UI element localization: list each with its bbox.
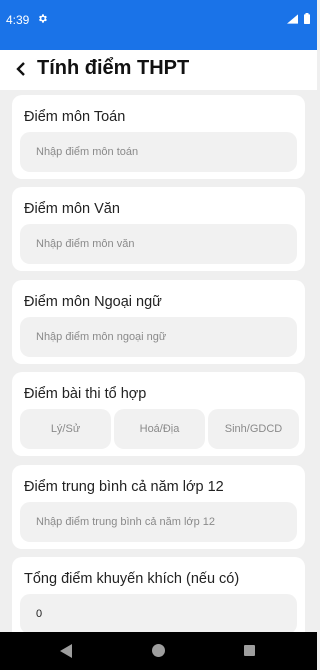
card-ngoai-ngu: Điểm môn Ngoại ngữ Nhập điểm môn ngoại n… — [12, 280, 305, 364]
card-van: Điểm môn Văn Nhập điểm môn văn — [12, 187, 305, 271]
label-trung-binh: Điểm trung bình cả năm lớp 12 — [24, 479, 224, 495]
label-khuyen-khich: Tổng điểm khuyến khích (nếu có) — [24, 571, 240, 587]
card-khuyen-khich: Tổng điểm khuyến khích (nếu có) 0 — [12, 557, 305, 632]
nav-back-icon[interactable] — [60, 644, 72, 658]
back-button[interactable] — [10, 58, 32, 80]
card-trung-binh: Điểm trung bình cả năm lớp 12 Nhập điểm … — [12, 465, 305, 549]
card-toan: Điểm môn Toán Nhập điểm môn toán — [12, 95, 305, 179]
input-ngoai-ngu[interactable]: Nhập điểm môn ngoại ngữ — [20, 317, 297, 357]
label-van: Điểm môn Văn — [24, 201, 120, 217]
input-hoa-dia[interactable]: Hoá/Địa — [114, 409, 205, 449]
input-sinh-gdcd[interactable]: Sinh/GDCD — [208, 409, 299, 449]
signal-icon — [287, 14, 298, 24]
battery-icon — [304, 13, 310, 24]
card-to-hop: Điểm bài thi tổ hợp Lý/Sử Hoá/Địa Sinh/G… — [12, 372, 305, 456]
label-to-hop: Điểm bài thi tổ hợp — [24, 386, 147, 402]
input-khuyen-khich[interactable]: 0 — [20, 594, 297, 632]
input-toan[interactable]: Nhập điểm môn toán — [20, 132, 297, 172]
nav-home-icon[interactable] — [152, 644, 165, 657]
back-arrow-icon — [16, 62, 25, 76]
page-title: Tính điểm THPT — [37, 57, 190, 79]
status-bar: 4:39 — [0, 0, 317, 50]
navigation-bar — [0, 632, 317, 670]
label-ngoai-ngu: Điểm môn Ngoại ngữ — [24, 294, 162, 310]
gear-icon — [39, 14, 47, 23]
form-content[interactable]: Điểm môn Toán Nhập điểm môn toán Điểm mô… — [0, 90, 317, 632]
input-trung-binh[interactable]: Nhập điểm trung bình cả năm lớp 12 — [20, 502, 297, 542]
app-bar: Tính điểm THPT — [0, 50, 317, 90]
nav-recents-icon[interactable] — [244, 645, 255, 656]
status-time: 4:39 — [6, 13, 30, 27]
label-toan: Điểm môn Toán — [24, 109, 126, 125]
input-van[interactable]: Nhập điểm môn văn — [20, 224, 297, 264]
input-ly-su[interactable]: Lý/Sử — [20, 409, 111, 449]
